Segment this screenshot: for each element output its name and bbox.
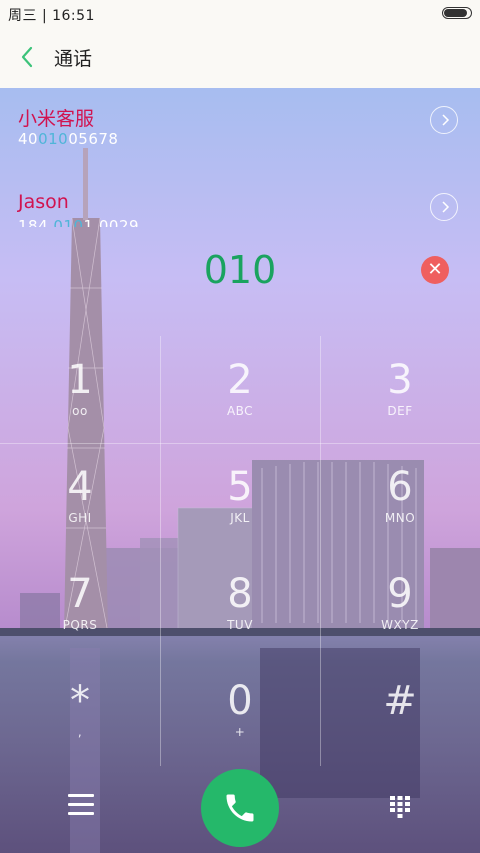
contact-name: Jason [18,191,69,213]
dialpad-button[interactable] [388,794,412,820]
status-bar: 周三 | 16:51 [0,0,480,26]
delete-button[interactable]: ✕ [421,256,449,284]
phone-icon [226,794,254,822]
key-3[interactable]: 3 DEF [320,336,480,443]
menu-button[interactable] [68,794,94,816]
chevron-right-icon [442,114,450,126]
contact-number: 4001005678 [18,130,119,148]
contact-detail-button[interactable] [430,193,458,221]
menu-icon [68,794,94,797]
key-1[interactable]: 1 oo [0,336,160,443]
chevron-left-icon [21,46,33,68]
bottom-bar [0,766,480,853]
key-2[interactable]: 2 ABC [160,336,320,443]
contact-suggestion[interactable]: Jason 184 0101 0029 [0,191,480,227]
key-7[interactable]: 7 PQRS [0,550,160,657]
key-star[interactable]: * , [0,657,160,764]
key-0[interactable]: 0 + [160,657,320,764]
key-9[interactable]: 9 WXYZ [320,550,480,657]
dial-keypad: 1 oo 2 ABC 3 DEF 4 GHI 5 JKL 6 MNO 7 PQR… [0,336,480,766]
key-6[interactable]: 6 MNO [320,443,480,550]
title-bar: 通话 [0,26,480,88]
battery-icon [442,7,472,19]
contact-suggestion[interactable]: 小米客服 4001005678 [0,104,480,174]
page-title: 通话 [54,48,93,70]
battery-level [444,9,468,17]
status-time: 周三 | 16:51 [8,8,95,24]
dialed-number: 010 [203,248,277,292]
back-button[interactable] [14,42,42,72]
key-4[interactable]: 4 GHI [0,443,160,550]
key-8[interactable]: 8 TUV [160,550,320,657]
contact-name: 小米客服 [18,108,95,130]
contact-number: 184 0101 0029 [18,217,140,227]
contact-detail-button[interactable] [430,106,458,134]
close-icon: ✕ [427,259,443,280]
chevron-right-icon [442,201,450,213]
call-button[interactable] [201,769,279,847]
dialpad-icon [390,796,410,818]
key-5[interactable]: 5 JKL [160,443,320,550]
key-hash[interactable]: # [320,657,480,764]
